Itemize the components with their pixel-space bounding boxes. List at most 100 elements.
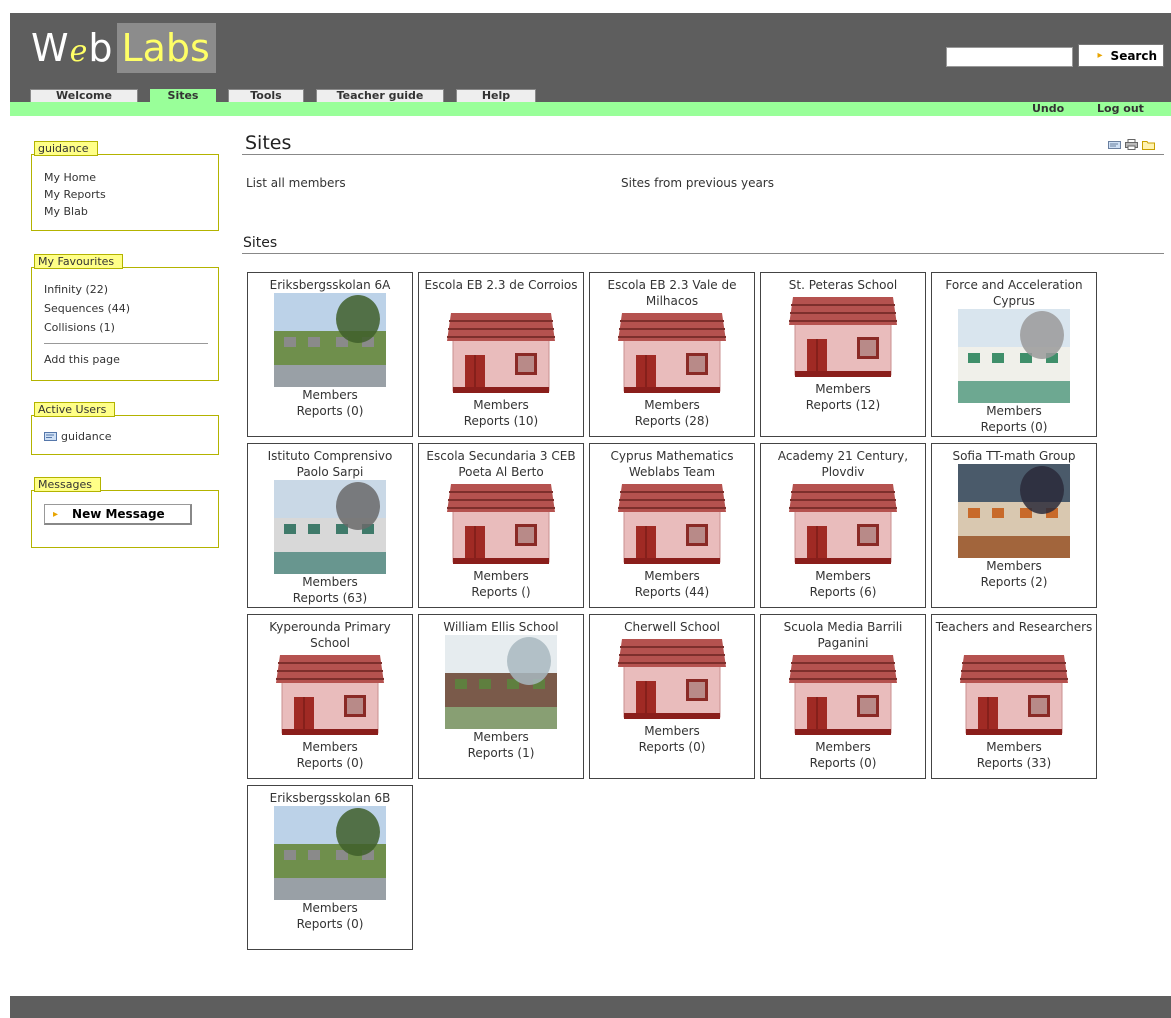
favourite-item-infinity[interactable]: Infinity (22) <box>44 280 218 299</box>
site-reports-link[interactable]: Reports (0) <box>761 755 925 771</box>
tab-welcome[interactable]: Welcome <box>30 89 138 102</box>
site-members-link[interactable]: Members <box>761 381 925 397</box>
footer-bar <box>10 996 1171 1018</box>
site-image-link[interactable] <box>932 309 1096 403</box>
site-members-link[interactable]: Members <box>932 558 1096 574</box>
site-image-link[interactable] <box>761 480 925 568</box>
add-this-page-link[interactable]: Add this page <box>44 350 218 369</box>
site-image-link[interactable] <box>419 309 583 397</box>
site-card: Academy 21 Century, Plovdiv Members Report… <box>760 443 926 608</box>
site-name-link[interactable]: Kyperounda Primary School <box>248 615 412 651</box>
site-members-link[interactable]: Members <box>590 723 754 739</box>
site-reports-link[interactable]: Reports (0) <box>248 916 412 932</box>
site-members-link[interactable]: Members <box>761 568 925 584</box>
site-members-link[interactable]: Members <box>932 739 1096 755</box>
tab-sites[interactable]: Sites <box>150 89 216 102</box>
tab-tools[interactable]: Tools <box>228 89 304 102</box>
site-image-link[interactable] <box>932 651 1096 739</box>
active-user-name[interactable]: guidance <box>61 428 112 445</box>
logout-link[interactable]: Log out <box>1097 102 1144 116</box>
site-image-link[interactable] <box>590 309 754 397</box>
site-members-link[interactable]: Members <box>248 900 412 916</box>
site-name-link[interactable]: Escola EB 2.3 de Corroios <box>419 273 583 309</box>
site-reports-link[interactable]: Reports (2) <box>932 574 1096 590</box>
site-name-link[interactable]: Istituto Comprensivo Paolo Sarpi <box>248 444 412 480</box>
site-image-link[interactable] <box>248 480 412 574</box>
site-members-link[interactable]: Members <box>761 739 925 755</box>
site-image-link[interactable] <box>419 635 583 729</box>
site-name-link[interactable]: William Ellis School <box>419 615 583 635</box>
folder-icon[interactable] <box>1142 139 1155 150</box>
site-card: Force and Acceleration Cyprus Members Repo… <box>931 272 1097 437</box>
site-members-link[interactable]: Members <box>590 568 754 584</box>
site-name-link[interactable]: Escola Secundaria 3 CEB Poeta Al Berto <box>419 444 583 480</box>
site-reports-link[interactable]: Reports (0) <box>248 403 412 419</box>
tab-bar-strip <box>10 102 1171 116</box>
site-name-link[interactable]: Eriksbergsskolan 6B <box>248 786 412 806</box>
site-image-link[interactable] <box>761 651 925 739</box>
search-input[interactable] <box>946 47 1073 67</box>
favourite-item-collisions[interactable]: Collisions (1) <box>44 318 218 337</box>
tab-teacher-guide[interactable]: Teacher guide <box>316 89 444 102</box>
site-reports-link[interactable]: Reports (33) <box>932 755 1096 771</box>
tab-help[interactable]: Help <box>456 89 536 102</box>
search-button[interactable]: ▸ Search <box>1078 44 1164 67</box>
site-reports-link[interactable]: Reports (28) <box>590 413 754 429</box>
site-reports-link[interactable]: Reports (6) <box>761 584 925 600</box>
building-photo <box>958 309 1070 403</box>
site-name-link[interactable]: Escola EB 2.3 Vale de Milhacos <box>590 273 754 309</box>
site-image-link[interactable] <box>590 480 754 568</box>
site-card: Cyprus Mathematics Weblabs Team Members Re… <box>589 443 755 608</box>
site-reports-link[interactable]: Reports (0) <box>932 419 1096 435</box>
new-message-button[interactable]: ▸ New Message <box>44 504 192 525</box>
site-reports-link[interactable]: Reports (0) <box>590 739 754 755</box>
site-name-link[interactable]: Academy 21 Century, Plovdiv <box>761 444 925 480</box>
site-members-link[interactable]: Members <box>248 574 412 590</box>
site-image-link[interactable] <box>248 806 412 900</box>
site-name-link[interactable]: Sofia TT-math Group <box>932 444 1096 464</box>
favourite-item-sequences[interactable]: Sequences (44) <box>44 299 218 318</box>
site-reports-link[interactable]: Reports (0) <box>248 755 412 771</box>
site-reports-link[interactable]: Reports (44) <box>590 584 754 600</box>
site-image-link[interactable] <box>761 293 925 381</box>
my-blab-link[interactable]: My Blab <box>44 203 218 220</box>
site-members-link[interactable]: Members <box>248 739 412 755</box>
site-name-link[interactable]: Teachers and Researchers <box>932 615 1096 651</box>
site-image-link[interactable] <box>248 293 412 387</box>
site-members-link[interactable]: Members <box>419 397 583 413</box>
email-page-icon[interactable] <box>1108 139 1121 150</box>
site-name-link[interactable]: Cyprus Mathematics Weblabs Team <box>590 444 754 480</box>
weblabs-logo[interactable]: Web Labs <box>31 23 216 73</box>
site-reports-link[interactable]: Reports (63) <box>248 590 412 606</box>
site-members-link[interactable]: Members <box>419 729 583 745</box>
brick-school-photo <box>445 635 557 729</box>
my-reports-link[interactable]: My Reports <box>44 186 218 203</box>
site-image-link[interactable] <box>419 480 583 568</box>
sites-previous-years-link[interactable]: Sites from previous years <box>621 176 774 190</box>
site-image-link[interactable] <box>248 651 412 739</box>
site-reports-link[interactable]: Reports (1) <box>419 745 583 761</box>
house-icon <box>618 639 726 719</box>
site-name-link[interactable]: Eriksbergsskolan 6A <box>248 273 412 293</box>
site-card: Escola EB 2.3 Vale de Milhacos Members Rep… <box>589 272 755 437</box>
list-all-members-link[interactable]: List all members <box>246 176 346 190</box>
site-reports-link[interactable]: Reports (12) <box>761 397 925 413</box>
school-photo <box>274 293 386 387</box>
site-name-link[interactable]: Scuola Media Barrili Paganini <box>761 615 925 651</box>
site-members-link[interactable]: Members <box>248 387 412 403</box>
site-name-link[interactable]: St. Peteras School <box>761 273 925 293</box>
site-name-link[interactable]: Cherwell School <box>590 615 754 635</box>
site-reports-link[interactable]: Reports () <box>419 584 583 600</box>
site-image-link[interactable] <box>590 635 754 723</box>
my-home-link[interactable]: My Home <box>44 169 218 186</box>
site-reports-link[interactable]: Reports (10) <box>419 413 583 429</box>
site-members-link[interactable]: Members <box>932 403 1096 419</box>
page-tools <box>1108 139 1155 150</box>
site-members-link[interactable]: Members <box>590 397 754 413</box>
site-image-link[interactable] <box>932 464 1096 558</box>
site-name-link[interactable]: Force and Acceleration Cyprus <box>932 273 1096 309</box>
undo-link[interactable]: Undo <box>1032 102 1064 116</box>
school-photo <box>274 806 386 900</box>
print-icon[interactable] <box>1125 139 1138 150</box>
site-members-link[interactable]: Members <box>419 568 583 584</box>
